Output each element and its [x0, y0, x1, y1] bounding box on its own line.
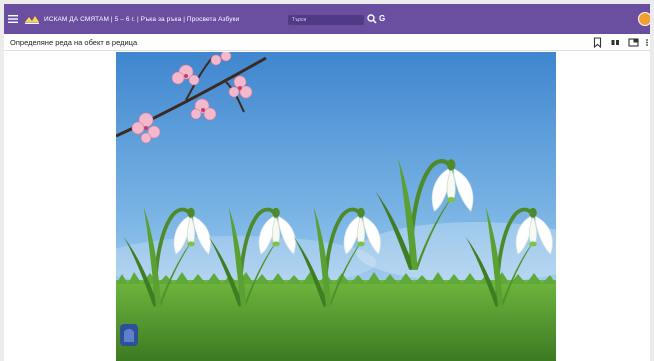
snowdrops-illustration — [116, 52, 556, 361]
browser-viewport: ИСКАМ ДА СМЯТАМ | 5 – 6 г. | Ръка за рък… — [4, 4, 650, 361]
more-icon[interactable] — [644, 37, 650, 48]
publisher-badge-icon[interactable] — [120, 324, 138, 346]
document-toolbar: Определяне реда на обект в редица — [4, 34, 650, 51]
search-placeholder: Търси — [292, 17, 307, 23]
hamburger-icon[interactable] — [4, 4, 22, 34]
avatar[interactable] — [638, 12, 650, 26]
two-page-icon[interactable] — [610, 37, 621, 48]
search-input[interactable]: Търси — [288, 15, 364, 25]
search-icon[interactable] — [367, 13, 377, 25]
app-title: ИСКАМ ДА СМЯТАМ | 5 – 6 г. | Ръка за рък… — [44, 15, 240, 23]
page-title: Определяне реда на обект в редица — [10, 38, 138, 47]
g-icon[interactable]: G — [379, 13, 389, 25]
fullscreen-icon[interactable] — [628, 37, 639, 48]
publisher-logo-icon[interactable] — [24, 13, 40, 25]
bookmark-icon[interactable] — [592, 37, 603, 48]
top-app-bar: ИСКАМ ДА СМЯТАМ | 5 – 6 г. | Ръка за рък… — [4, 4, 650, 34]
